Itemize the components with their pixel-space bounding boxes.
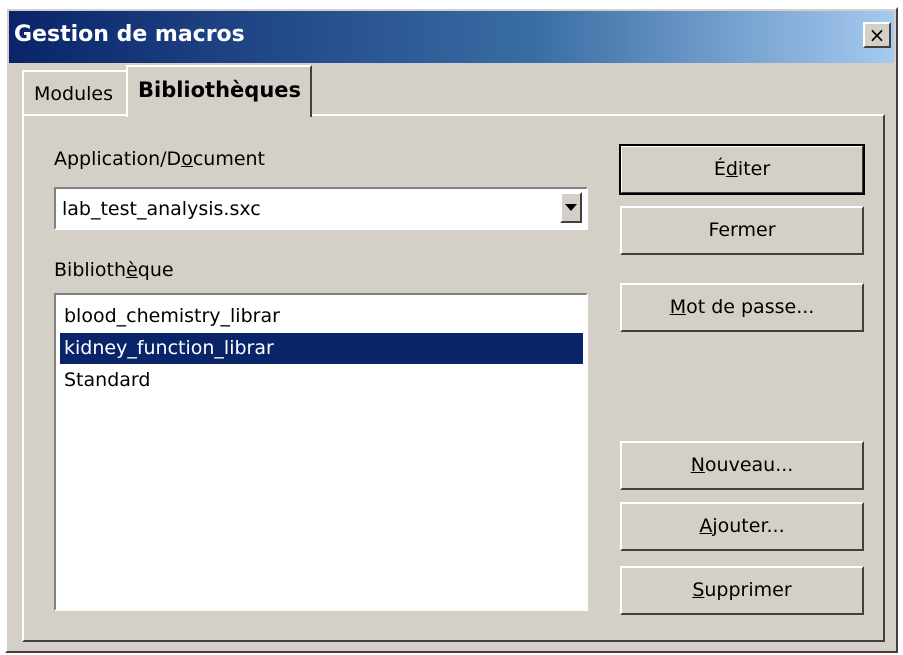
library-label: Bibliothèque <box>54 259 174 281</box>
title-bar: Gestion de macros × <box>9 11 894 63</box>
edit-button[interactable]: Éditer <box>619 144 865 195</box>
list-item[interactable]: blood_chemistry_librar <box>60 301 583 332</box>
list-item[interactable]: kidney_function_librar <box>60 333 583 364</box>
application-document-label: Application/Document <box>54 148 266 170</box>
tab-modules[interactable]: Modules <box>22 70 128 116</box>
add-library-button[interactable]: Ajouter... <box>620 502 864 551</box>
close-icon[interactable]: × <box>863 22 891 48</box>
list-item[interactable]: Standard <box>60 365 583 396</box>
close-button[interactable]: Fermer <box>620 206 864 255</box>
window-title: Gestion de macros <box>14 22 245 47</box>
application-document-select[interactable]: lab_test_analysis.sxc <box>54 187 588 230</box>
new-library-button[interactable]: Nouveau... <box>620 441 864 490</box>
application-document-value: lab_test_analysis.sxc <box>62 198 261 220</box>
chevron-down-icon[interactable] <box>560 192 582 223</box>
password-button[interactable]: Mot de passe... <box>620 283 864 332</box>
tab-libraries[interactable]: Bibliothèques <box>126 65 312 117</box>
library-list[interactable]: blood_chemistry_librar kidney_function_l… <box>54 293 588 611</box>
delete-library-button[interactable]: Supprimer <box>620 566 864 615</box>
